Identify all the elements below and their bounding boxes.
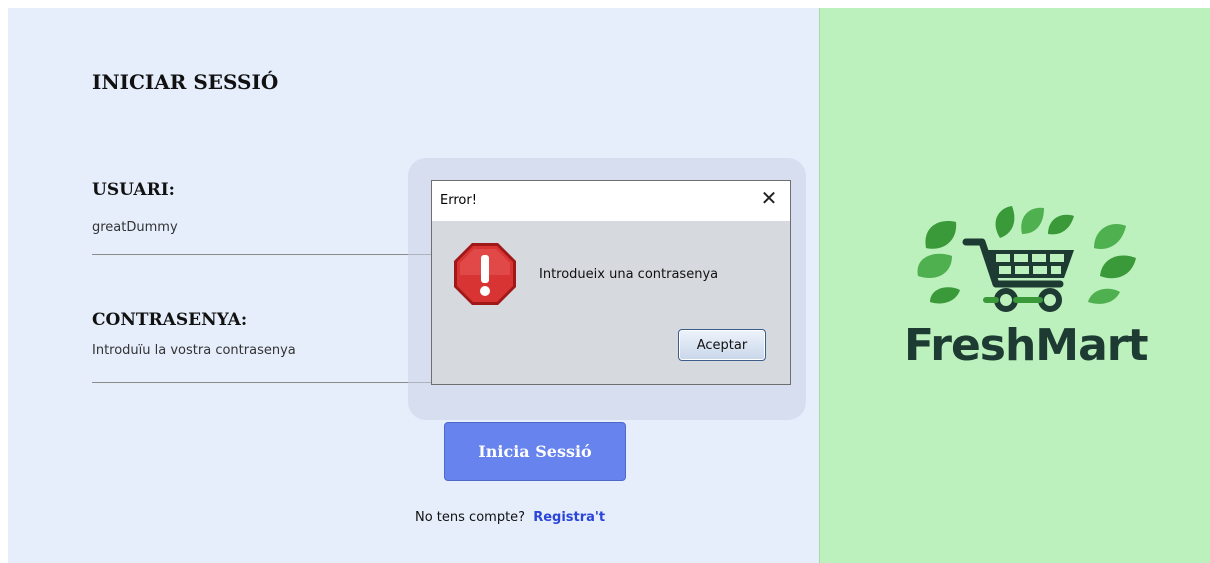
login-panel: INICIAR SESSIÓ USUARI: greatDummy CONTRA…: [8, 8, 819, 563]
brand-panel: FreshMart: [819, 8, 1210, 563]
password-label: CONTRASENYA:: [92, 310, 248, 330]
user-field-underline: [92, 254, 452, 255]
dialog-message: Introdueix una contrasenya: [539, 267, 719, 282]
dialog-title: Error!: [440, 193, 477, 208]
ok-button[interactable]: Aceptar: [678, 329, 766, 361]
password-field-underline: [92, 382, 452, 383]
dialog-titlebar[interactable]: Error! ✕: [432, 181, 790, 221]
page-title: INICIAR SESSIÓ: [92, 70, 279, 94]
register-prompt: No tens compte?: [415, 510, 526, 525]
close-icon[interactable]: ✕: [758, 186, 780, 210]
login-button[interactable]: Inicia Sessió: [444, 422, 626, 481]
user-label: USUARI:: [92, 180, 175, 200]
error-stop-icon: [454, 243, 516, 305]
brand-name: FreshMart: [904, 320, 1149, 371]
freshmart-logo: FreshMart: [904, 204, 1149, 379]
shopping-cart-leaves-icon: [917, 206, 1136, 312]
user-field[interactable]: greatDummy: [92, 220, 178, 235]
register-row: No tens compte? Registra't: [415, 510, 605, 525]
password-field[interactable]: Introduïu la vostra contrasenya: [92, 343, 296, 358]
register-link[interactable]: Registra't: [533, 510, 605, 525]
error-dialog: Error! ✕ Introdueix una contrasenya Acep…: [431, 180, 791, 385]
